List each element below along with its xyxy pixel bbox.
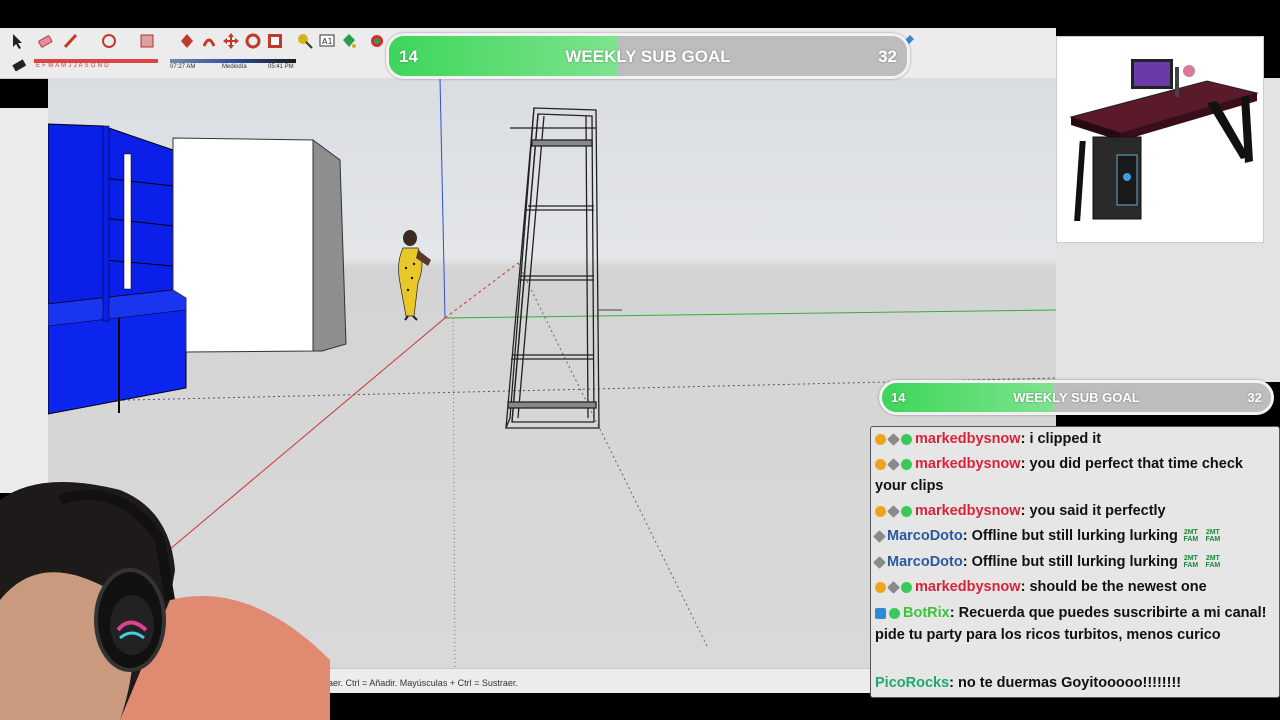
tape-measure-icon[interactable]: [296, 32, 314, 50]
tool-badge-icon: [887, 580, 900, 594]
blue-bookshelf: [48, 123, 187, 415]
chat-username: markedbysnow: [915, 456, 1021, 472]
months-label: E F M A M J J A S O N D: [36, 63, 109, 69]
select-arrow-icon[interactable]: [8, 32, 26, 50]
tool-badge-icon: [873, 555, 886, 569]
tool-badge-icon: [887, 432, 900, 446]
subscriber-badge-icon: [875, 581, 886, 593]
scale-icon[interactable]: [266, 32, 284, 50]
chat-message: MarcoDoto: Offline but still lurking lur…: [873, 551, 1270, 573]
follow-me-icon[interactable]: [200, 32, 218, 50]
stream-chat: markedbysnow: i clipped it markedbysnow:…: [870, 426, 1280, 698]
goal-top-target: 32: [878, 47, 897, 66]
chat-username: MarcoDoto: [887, 554, 963, 570]
chat-text: Offline but still lurking lurking: [971, 528, 1178, 544]
chat-text: you said it perfectly: [1029, 503, 1166, 519]
left-toolbar: [0, 108, 49, 493]
chat-username: MarcoDoto: [887, 528, 963, 544]
rectangle-icon[interactable]: [138, 32, 156, 50]
emote-icon: 2MT FAM: [1183, 529, 1199, 544]
orbit-icon[interactable]: [368, 32, 386, 50]
goal-top-label: WEEKLY SUB GOAL: [565, 47, 731, 66]
chat-text: no te duermas Goyitooooo!!!!!!!!: [958, 675, 1182, 691]
green-axis: [444, 309, 1056, 319]
subscriber-badge-icon: [875, 505, 886, 517]
tool-badge-icon: [873, 529, 886, 543]
svg-text:A1: A1: [322, 37, 333, 46]
ladder-shelf-model: [505, 107, 600, 429]
chat-message: MarcoDoto: Offline but still lurking lur…: [873, 525, 1270, 547]
tool-badge-icon: [887, 504, 900, 518]
chat-message: markedbysnow: should be the newest one: [875, 576, 1270, 598]
eraser-icon[interactable]: [36, 32, 54, 50]
eraser-small-icon[interactable]: [10, 56, 28, 74]
tool-badge-icon: [887, 457, 900, 471]
chat-username: markedbysnow: [915, 431, 1021, 447]
reference-panel: [1056, 36, 1280, 382]
webcam-overlay: [0, 480, 330, 720]
emote-icon: 2MT FAM: [1183, 555, 1199, 570]
rotate-icon[interactable]: [244, 32, 262, 50]
verified-badge-icon: [901, 581, 912, 593]
shape-icon[interactable]: [100, 32, 118, 50]
verified-badge-icon: [889, 607, 900, 619]
emote-icon: 2MT FAM: [1205, 555, 1221, 570]
guide-line-3: [452, 317, 456, 668]
weekly-sub-goal-top: 14 WEEKLY SUB GOAL 32: [386, 33, 910, 79]
verified-badge-icon: [901, 458, 912, 470]
goal-side-target: 32: [1247, 390, 1262, 405]
white-panel-box: [172, 137, 347, 353]
desk-reference-image: [1056, 36, 1264, 243]
chat-message: markedbysnow: you said it perfectly: [875, 500, 1270, 522]
time-right-label: 05:41 PM: [268, 64, 294, 70]
bot-badge-icon: [875, 607, 886, 619]
blue-axis: [439, 78, 446, 319]
chat-message: PicoRocks: no te duermas Goyitooooo!!!!!…: [875, 675, 1182, 691]
guide-line-2: [517, 262, 709, 649]
subscriber-badge-icon: [875, 458, 886, 470]
time-mid-label: Mediodía: [222, 64, 247, 70]
move-icon[interactable]: [222, 32, 240, 50]
text-tool-icon[interactable]: A1: [318, 32, 336, 50]
paint-bucket-icon[interactable]: [340, 32, 358, 50]
chat-username: PicoRocks: [875, 675, 950, 691]
time-left-label: 07:27 AM: [170, 64, 196, 70]
emote-icon: 2MT FAM: [1205, 529, 1221, 544]
pencil-icon[interactable]: [62, 32, 80, 50]
chat-username: BotRix: [903, 605, 950, 621]
subscriber-badge-icon: [875, 433, 886, 445]
verified-badge-icon: [901, 433, 912, 445]
red-axis-dashed: [444, 262, 519, 319]
status-hint: Sustraer. Ctrl = Añadir. Mayúsculas + Ct…: [307, 678, 518, 688]
shadow-time-slider[interactable]: [170, 59, 296, 63]
chat-text: should be the newest one: [1029, 579, 1207, 595]
chat-text: Offline but still lurking lurking: [971, 554, 1178, 570]
chat-message: markedbysnow: i clipped it: [875, 428, 1270, 450]
chat-text: i clipped it: [1029, 431, 1102, 447]
chat-message: markedbysnow: you did perfect that time …: [875, 456, 1243, 494]
push-pull-icon[interactable]: [178, 32, 196, 50]
chat-message: BotRix: Recuerda que puedes suscribirte …: [875, 605, 1267, 643]
weekly-sub-goal-side: 14 WEEKLY SUB GOAL 32: [879, 380, 1274, 415]
goal-side-label: WEEKLY SUB GOAL: [1013, 390, 1140, 405]
verified-badge-icon: [901, 505, 912, 517]
chat-username: markedbysnow: [915, 503, 1021, 519]
scale-figure-person: [398, 230, 431, 321]
chat-username: markedbysnow: [915, 579, 1021, 595]
